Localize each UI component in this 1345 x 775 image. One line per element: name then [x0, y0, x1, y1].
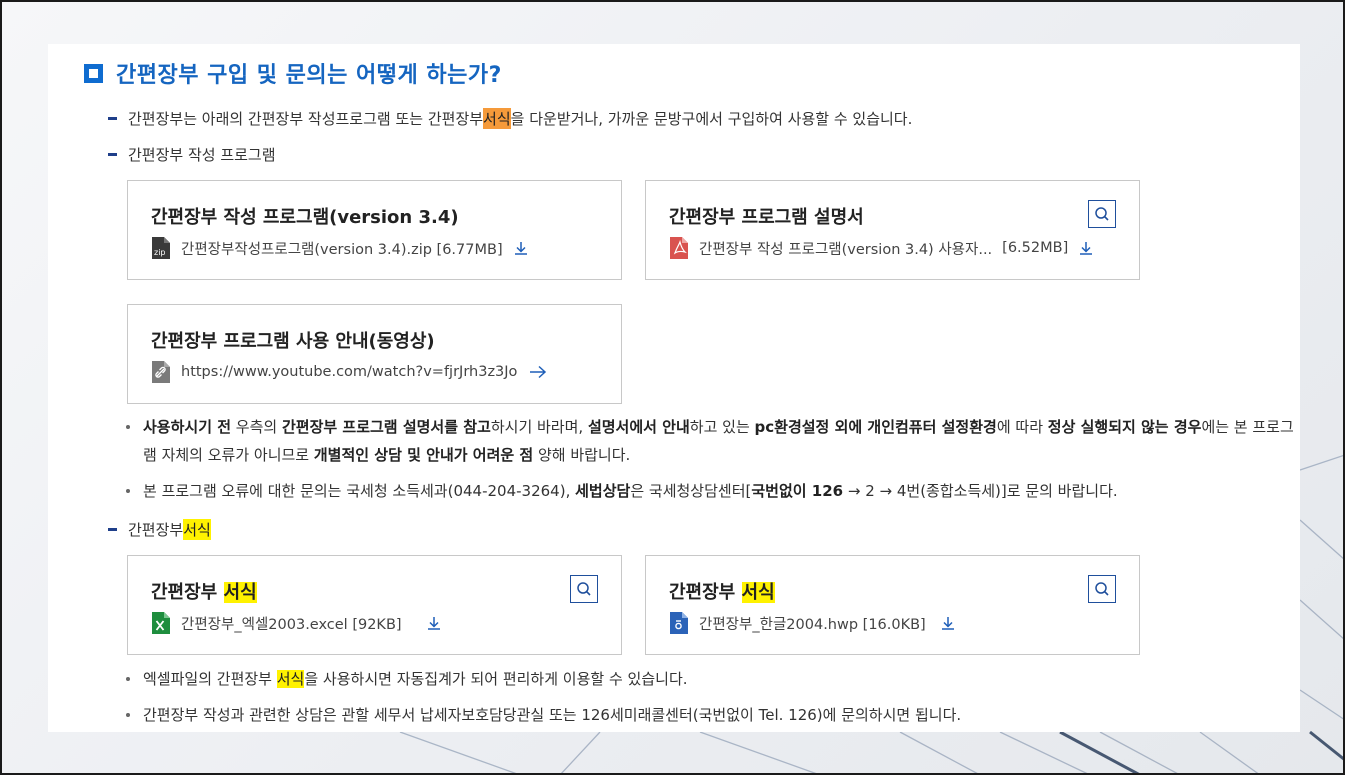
- download-link[interactable]: 간편장부_엑셀2003.excel [92KB]: [151, 612, 442, 634]
- program-download-card: 간편장부 작성 프로그램(version 3.4) zip 간편장부작성프로그램…: [127, 180, 622, 280]
- note-text: 본 프로그램 오류에 대한 문의는 국세청 소득세과(044-204-3264)…: [143, 477, 1296, 505]
- hwp-file-icon: [670, 612, 688, 634]
- program-note-2: 본 프로그램 오류에 대한 문의는 국세청 소득세과(044-204-3264)…: [126, 477, 1296, 505]
- dash-bullet-icon: [108, 153, 117, 156]
- heading-square-icon: [84, 63, 103, 83]
- note-segment: 양해 바랍니다.: [533, 446, 631, 464]
- note-bold-segment: 정상 실행되지 않는 경우: [1047, 418, 1202, 436]
- program-section-text: 간편장부 작성 프로그램: [128, 146, 276, 164]
- video-link[interactable]: https://www.youtube.com/watch?v=fjrJrh3z…: [151, 361, 547, 383]
- file-size: [6.52MB]: [1002, 240, 1069, 256]
- intro-highlight: 서식: [483, 108, 511, 129]
- note-text: 간편장부 작성과 관련한 상담은 관할 세무서 납세자보호담당관실 또는 126…: [143, 706, 962, 724]
- bullet-dot: [126, 489, 130, 493]
- download-link[interactable]: zip 간편장부작성프로그램(version 3.4).zip [6.77MB]: [151, 237, 529, 259]
- bullet-dot: [126, 677, 130, 681]
- excel-form-card: 간편장부 서식 간편장부_엑셀2003.excel [92KB]: [127, 555, 622, 655]
- file-name: 간편장부작성프로그램(version 3.4).zip [6.77MB]: [181, 241, 503, 258]
- section-heading: 간편장부 구입 및 문의는 어떻게 하는가?: [84, 58, 502, 88]
- intro-line: 간편장부는 아래의 간편장부 작성프로그램 또는 간편장부 서식 을 다운받거나,…: [108, 108, 912, 129]
- note-highlight: 서식: [276, 670, 305, 688]
- preview-button[interactable]: [570, 575, 598, 603]
- download-icon[interactable]: [1078, 240, 1094, 256]
- file-name: 간편장부_한글2004.hwp [16.0KB]: [699, 616, 926, 633]
- card-title-text: 간편장부: [151, 582, 224, 603]
- hwp-form-card: 간편장부 서식 간편장부_한글2004.hwp [16.0KB]: [645, 555, 1140, 655]
- note-text-after: 을 사용하시면 자동집계가 되어 편리하게 이용할 수 있습니다.: [304, 670, 688, 688]
- note-segment: 하고 있는: [689, 418, 755, 436]
- note-text: 사용하시기 전 우측의 간편장부 프로그램 설명서를 참고하시기 바라며, 설명…: [143, 413, 1296, 469]
- note-segment: 본 프로그램 오류에 대한 문의는 국세청 소득세과(044-204-3264)…: [143, 482, 576, 500]
- card-title: 간편장부 프로그램 설명서: [669, 207, 864, 228]
- program-note-1: 사용하시기 전 우측의 간편장부 프로그램 설명서를 참고하시기 바라며, 설명…: [126, 413, 1296, 469]
- note-segment: 에 따라: [996, 418, 1048, 436]
- pdf-file-icon: [670, 237, 688, 259]
- note-text-before: 엑셀파일의 간편장부: [143, 670, 277, 688]
- dash-bullet-icon: [108, 528, 117, 531]
- svg-text:zip: zip: [154, 248, 166, 257]
- form-section-label: 간편장부 서식: [108, 519, 211, 540]
- note-segment: 은 국세청상담센터[: [630, 482, 752, 500]
- bullet-dot: [126, 713, 130, 717]
- search-icon: [1095, 582, 1109, 596]
- arrow-right-icon[interactable]: [529, 365, 547, 379]
- download-icon[interactable]: [513, 240, 529, 256]
- search-icon: [1095, 207, 1109, 221]
- program-section-label: 간편장부 작성 프로그램: [108, 144, 276, 165]
- file-name: 간편장부 작성 프로그램(version 3.4) 사용자...: [699, 241, 993, 258]
- note-segment: → 2 → 4번(종합소득세)]로 문의 바랍니다.: [843, 482, 1118, 500]
- download-link[interactable]: 간편장부_한글2004.hwp [16.0KB]: [669, 612, 956, 634]
- search-icon: [577, 582, 591, 596]
- note-bold-segment: pc환경설정 외에 개인컴퓨터 설정환경: [754, 418, 997, 436]
- preview-button[interactable]: [1088, 575, 1116, 603]
- note-text: 엑셀파일의 간편장부 서식을 사용하시면 자동집계가 되어 편리하게 이용할 수…: [143, 665, 1296, 693]
- card-title: 간편장부 서식: [669, 578, 775, 604]
- form-section-text: 간편장부: [128, 521, 184, 539]
- form-note-1: 엑셀파일의 간편장부 서식을 사용하시면 자동집계가 되어 편리하게 이용할 수…: [126, 665, 1296, 693]
- preview-button[interactable]: [1088, 200, 1116, 228]
- card-title: 간편장부 작성 프로그램(version 3.4): [151, 207, 459, 228]
- page-title: 간편장부 구입 및 문의는 어떻게 하는가?: [116, 63, 502, 88]
- note-bold-segment: 개별적인 상담 및 안내가 어려운 점: [313, 446, 534, 464]
- note-bold-segment: 국번없이 126: [751, 482, 844, 500]
- note-segment: 하시기 바라며,: [490, 418, 588, 436]
- card-title-highlight: 서식: [223, 582, 257, 603]
- zip-file-icon: zip: [152, 237, 170, 259]
- download-link[interactable]: 간편장부 작성 프로그램(version 3.4) 사용자... [6.52MB…: [669, 237, 1094, 259]
- dash-bullet-icon: [108, 117, 117, 120]
- excel-file-icon: [152, 612, 170, 634]
- card-title: 간편장부 서식: [151, 578, 257, 604]
- note-segment: 우측의: [231, 418, 282, 436]
- file-name: 간편장부_엑셀2003.excel [92KB]: [181, 616, 402, 633]
- download-icon[interactable]: [940, 615, 956, 631]
- note-bold-segment: 세법상담: [575, 482, 631, 500]
- download-icon[interactable]: [426, 615, 442, 631]
- intro-text-before: 간편장부는 아래의 간편장부 작성프로그램 또는 간편장부: [128, 110, 484, 128]
- form-note-2: 간편장부 작성과 관련한 상담은 관할 세무서 납세자보호담당관실 또는 126…: [126, 701, 1296, 729]
- link-icon: [152, 361, 170, 383]
- intro-text-after: 을 다운받거나, 가까운 문방구에서 구입하여 사용할 수 있습니다.: [510, 110, 913, 128]
- note-bold-segment: 간편장부 프로그램 설명서를 참고: [281, 418, 491, 436]
- card-title: 간편장부 프로그램 사용 안내(동영상): [151, 331, 435, 352]
- card-title-text: 간편장부: [669, 582, 742, 603]
- bullet-dot: [126, 425, 130, 429]
- note-bold-segment: 설명서에서 안내: [587, 418, 690, 436]
- video-guide-card: 간편장부 프로그램 사용 안내(동영상) https://www.youtube…: [127, 304, 622, 404]
- link-url: https://www.youtube.com/watch?v=fjrJrh3z…: [181, 364, 518, 380]
- form-section-highlight: 서식: [183, 519, 211, 540]
- note-bold-segment: 사용하시기 전: [143, 418, 232, 436]
- card-title-highlight: 서식: [741, 582, 775, 603]
- manual-download-card: 간편장부 프로그램 설명서 간편장부 작성 프로그램(version 3.4) …: [645, 180, 1140, 280]
